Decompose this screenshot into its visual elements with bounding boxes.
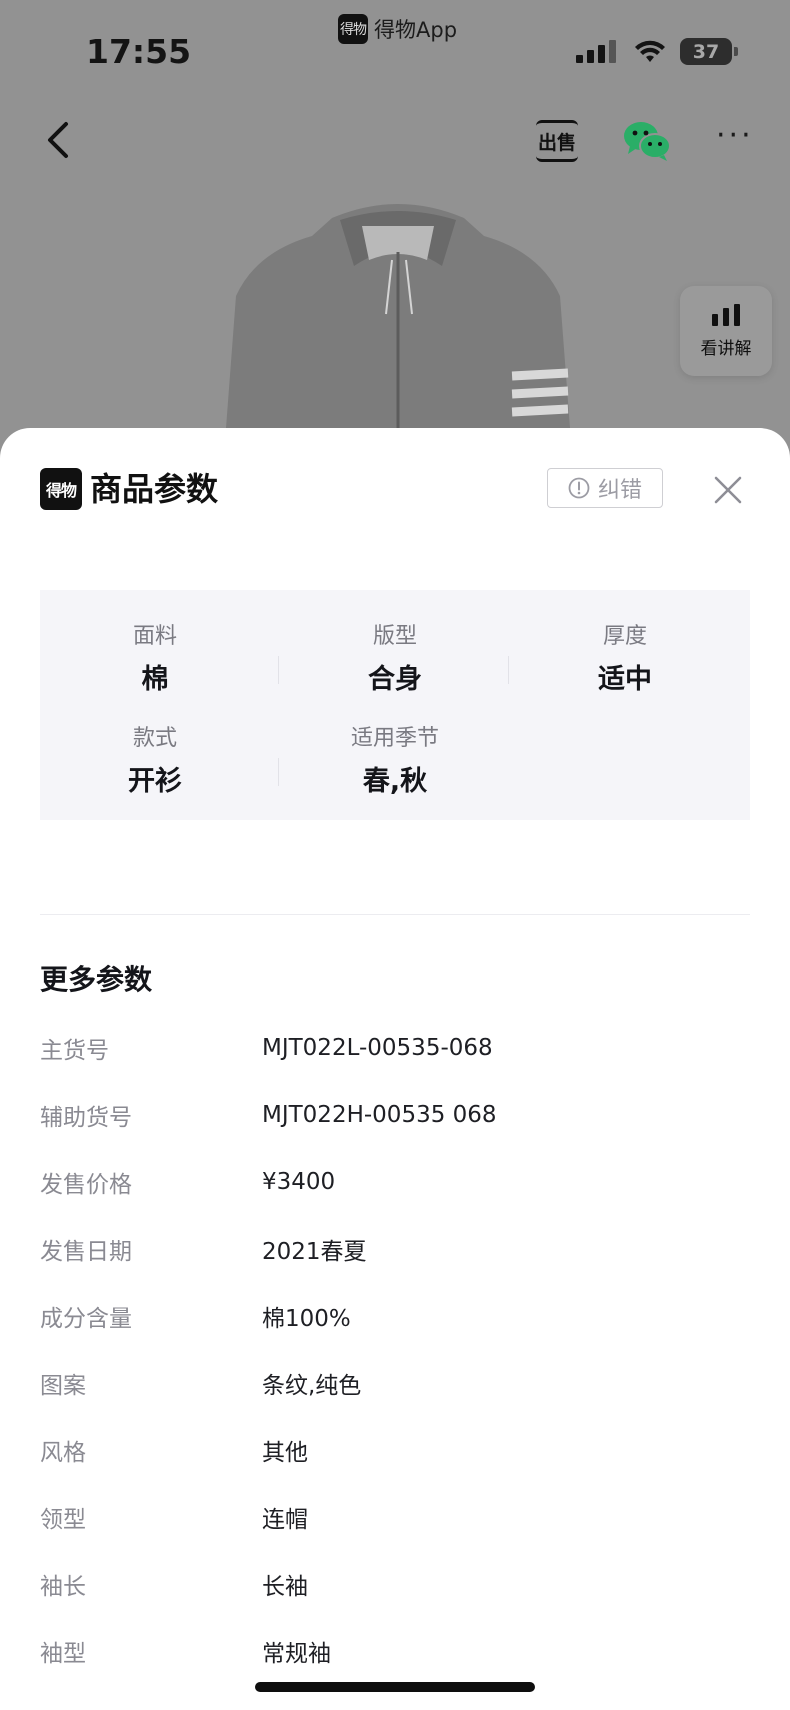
key-param-thickness: 厚度 适中 <box>510 622 740 698</box>
param-row: 领型 连帽 <box>40 1497 750 1537</box>
report-error-label: 纠错 <box>597 478 642 503</box>
param-row: 主货号 MJT022L-00535-068 <box>40 1028 750 1068</box>
key-param-fit: 版型 合身 <box>280 622 510 698</box>
source-app-name: 得物App <box>374 18 458 42</box>
param-value: MJT022H-00535 068 <box>262 1102 497 1128</box>
key-param-fabric: 面料 棉 <box>40 622 270 698</box>
divider <box>508 656 509 684</box>
divider <box>278 656 279 684</box>
info-circle-icon <box>568 477 590 499</box>
param-value: 2021春夏 <box>262 1239 367 1265</box>
dewu-logo-icon: 得物 <box>338 14 368 44</box>
key-params-panel: 面料 棉 版型 合身 厚度 适中 款式 开衫 适用季节 春,秋 <box>40 590 750 820</box>
battery-icon: 37 <box>680 38 738 65</box>
key-param-value: 合身 <box>368 664 422 695</box>
key-param-label: 款式 <box>132 726 177 751</box>
param-row: 风格 其他 <box>40 1430 750 1470</box>
param-value: 连帽 <box>262 1507 308 1533</box>
param-value: ¥3400 <box>262 1169 336 1195</box>
param-key: 风格 <box>40 1440 86 1466</box>
param-row: 图案 条纹,纯色 <box>40 1363 750 1403</box>
explain-button[interactable]: 看讲解 <box>680 286 772 376</box>
more-params-title: 更多参数 <box>40 963 153 996</box>
key-param-style: 款式 开衫 <box>40 724 270 800</box>
param-key: 成分含量 <box>40 1306 132 1332</box>
param-value: 长袖 <box>262 1574 308 1600</box>
wifi-icon <box>635 40 665 62</box>
param-key: 辅助货号 <box>40 1105 132 1131</box>
key-param-label: 版型 <box>372 624 417 649</box>
home-indicator[interactable] <box>255 1682 535 1692</box>
key-param-label: 厚度 <box>602 624 647 649</box>
product-params-sheet: 得物 商品参数 纠错 面料 棉 版型 合身 厚度 适中 款式 开衫 适用季节 春… <box>0 428 790 1710</box>
dewu-brand-logo: 得物 <box>40 468 82 510</box>
key-param-value: 适中 <box>598 664 652 695</box>
back-arrow-icon[interactable] <box>40 118 80 162</box>
divider <box>278 758 279 786</box>
param-value: 常规袖 <box>262 1641 331 1667</box>
product-image <box>226 204 570 428</box>
param-row: 发售价格 ¥3400 <box>40 1162 750 1202</box>
param-value: 其他 <box>262 1440 308 1466</box>
param-row: 辅助货号 MJT022H-00535 068 <box>40 1095 750 1135</box>
source-app-indicator[interactable]: 得物 得物App <box>338 14 457 44</box>
key-param-label: 适用季节 <box>350 726 439 751</box>
key-param-label: 面料 <box>132 624 177 649</box>
sell-button[interactable]: 出售 <box>536 120 578 162</box>
sheet-header: 得物 商品参数 纠错 <box>0 428 790 548</box>
param-key: 发售价格 <box>40 1172 132 1198</box>
param-row: 发售日期 2021春夏 <box>40 1229 750 1269</box>
param-key: 图案 <box>40 1373 86 1399</box>
close-icon[interactable] <box>710 472 746 508</box>
param-key: 主货号 <box>40 1038 109 1064</box>
more-options-icon[interactable]: ··· <box>716 121 756 154</box>
status-bar: 得物 得物App 17:55 37 <box>0 0 790 100</box>
param-key: 领型 <box>40 1507 86 1533</box>
param-value: MJT022L-00535-068 <box>262 1035 493 1061</box>
status-time: 17:55 <box>86 32 192 71</box>
key-param-value: 春,秋 <box>362 766 428 797</box>
param-row: 成分含量 棉100% <box>40 1296 750 1336</box>
param-key: 袖长 <box>40 1574 86 1600</box>
report-error-button[interactable]: 纠错 <box>547 468 663 508</box>
key-param-season: 适用季节 春,秋 <box>280 724 510 800</box>
sheet-title: 商品参数 <box>90 470 219 508</box>
key-param-value: 开衫 <box>128 766 182 797</box>
wechat-share-icon[interactable] <box>622 120 672 162</box>
key-param-value: 棉 <box>141 664 169 695</box>
param-key: 发售日期 <box>40 1239 132 1265</box>
param-row: 袖型 常规袖 <box>40 1631 750 1671</box>
divider <box>40 914 750 915</box>
cellular-signal-icon <box>576 40 616 63</box>
param-key: 袖型 <box>40 1641 86 1667</box>
param-value: 条纹,纯色 <box>262 1373 362 1399</box>
param-row: 袖长 长袖 <box>40 1564 750 1604</box>
explain-button-label: 看讲解 <box>700 338 752 359</box>
audio-bars-icon <box>712 303 740 326</box>
param-value: 棉100% <box>262 1306 351 1332</box>
